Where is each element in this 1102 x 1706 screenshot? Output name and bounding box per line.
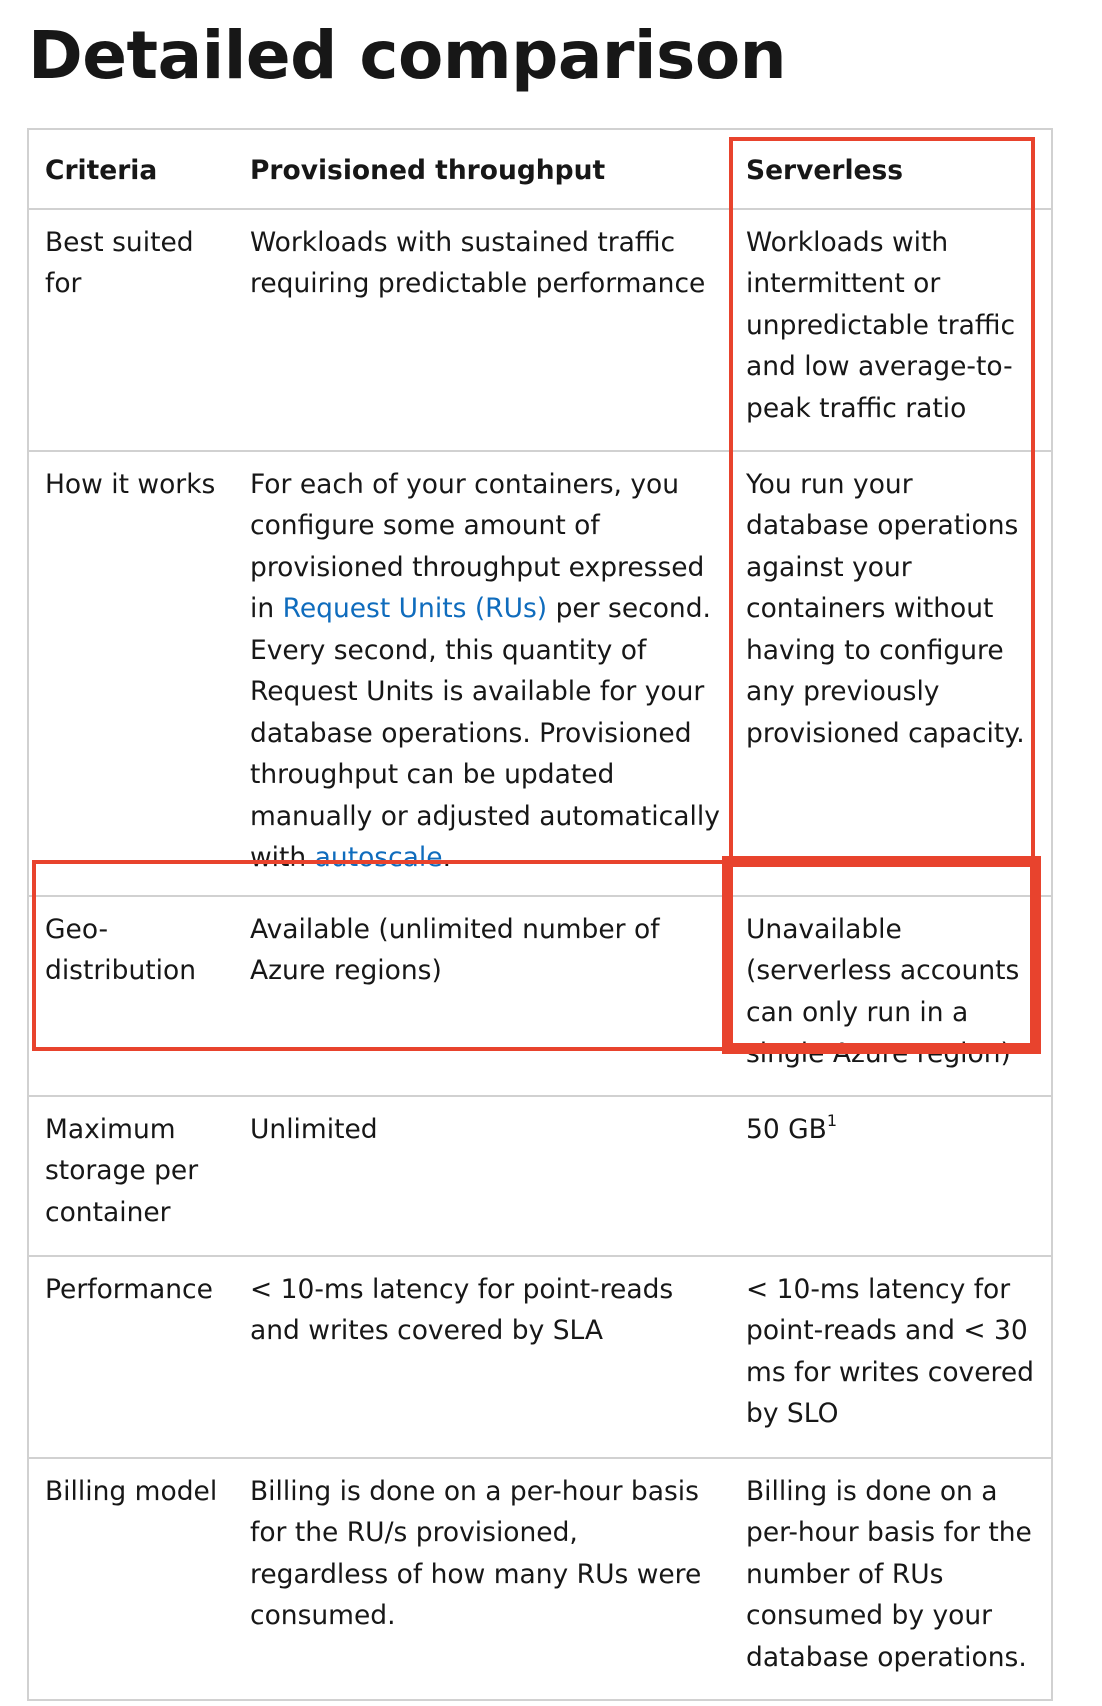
criteria-cell: Maximum storage per container — [45, 1113, 199, 1228]
serverless-cell: 50 GB1 — [730, 1096, 1052, 1256]
serverless-cell: < 10-ms latency for point-reads and < 30… — [746, 1273, 1034, 1430]
page-title: Detailed comparison — [28, 17, 787, 94]
serverless-cell: You run your database operations against… — [746, 468, 1025, 749]
provisioned-cell: Unlimited — [250, 1113, 378, 1145]
header-serverless: Serverless — [746, 155, 904, 186]
footnote-marker: 1 — [826, 1110, 838, 1130]
table-header-row: Criteria Provisioned throughput Serverle… — [28, 129, 1052, 209]
autoscale-link[interactable]: autoscale — [315, 842, 443, 873]
request-units-link[interactable]: Request Units (RUs) — [283, 593, 548, 624]
table-row: Performance < 10-ms latency for point-re… — [28, 1256, 1052, 1458]
serverless-storage-value: 50 GB — [746, 1113, 827, 1145]
criteria-cell: Geo-distribution — [45, 913, 197, 987]
header-provisioned-throughput: Provisioned throughput — [250, 155, 606, 186]
provisioned-text: per second. Every second, this quantity … — [250, 593, 720, 873]
provisioned-text: . — [442, 842, 452, 873]
provisioned-cell: Available (unlimited number of Azure reg… — [250, 913, 660, 987]
serverless-cell: Unavailable (serverless accounts can onl… — [746, 913, 1020, 1070]
comparison-table: Criteria Provisioned throughput Serverle… — [27, 128, 1053, 1701]
header-criteria: Criteria — [45, 155, 158, 186]
provisioned-cell: Billing is done on a per-hour basis for … — [250, 1475, 702, 1632]
serverless-cell: Workloads with intermittent or unpredict… — [746, 226, 1016, 424]
provisioned-cell: For each of your containers, you configu… — [234, 451, 730, 896]
table-row: Geo-distribution Available (unlimited nu… — [28, 896, 1052, 1096]
criteria-cell: Performance — [45, 1273, 213, 1305]
provisioned-cell: Workloads with sustained traffic requiri… — [250, 226, 706, 300]
table-row: Maximum storage per container Unlimited … — [28, 1096, 1052, 1256]
table-row: How it works For each of your containers… — [28, 451, 1052, 896]
provisioned-cell: < 10-ms latency for point-reads and writ… — [250, 1273, 674, 1347]
criteria-cell: Best suited for — [45, 226, 194, 300]
criteria-cell: How it works — [45, 468, 216, 500]
criteria-cell: Billing model — [45, 1475, 218, 1507]
serverless-cell: Billing is done on a per-hour basis for … — [746, 1475, 1032, 1673]
table-row: Billing model Billing is done on a per-h… — [28, 1458, 1052, 1700]
table-row: Best suited for Workloads with sustained… — [28, 209, 1052, 451]
